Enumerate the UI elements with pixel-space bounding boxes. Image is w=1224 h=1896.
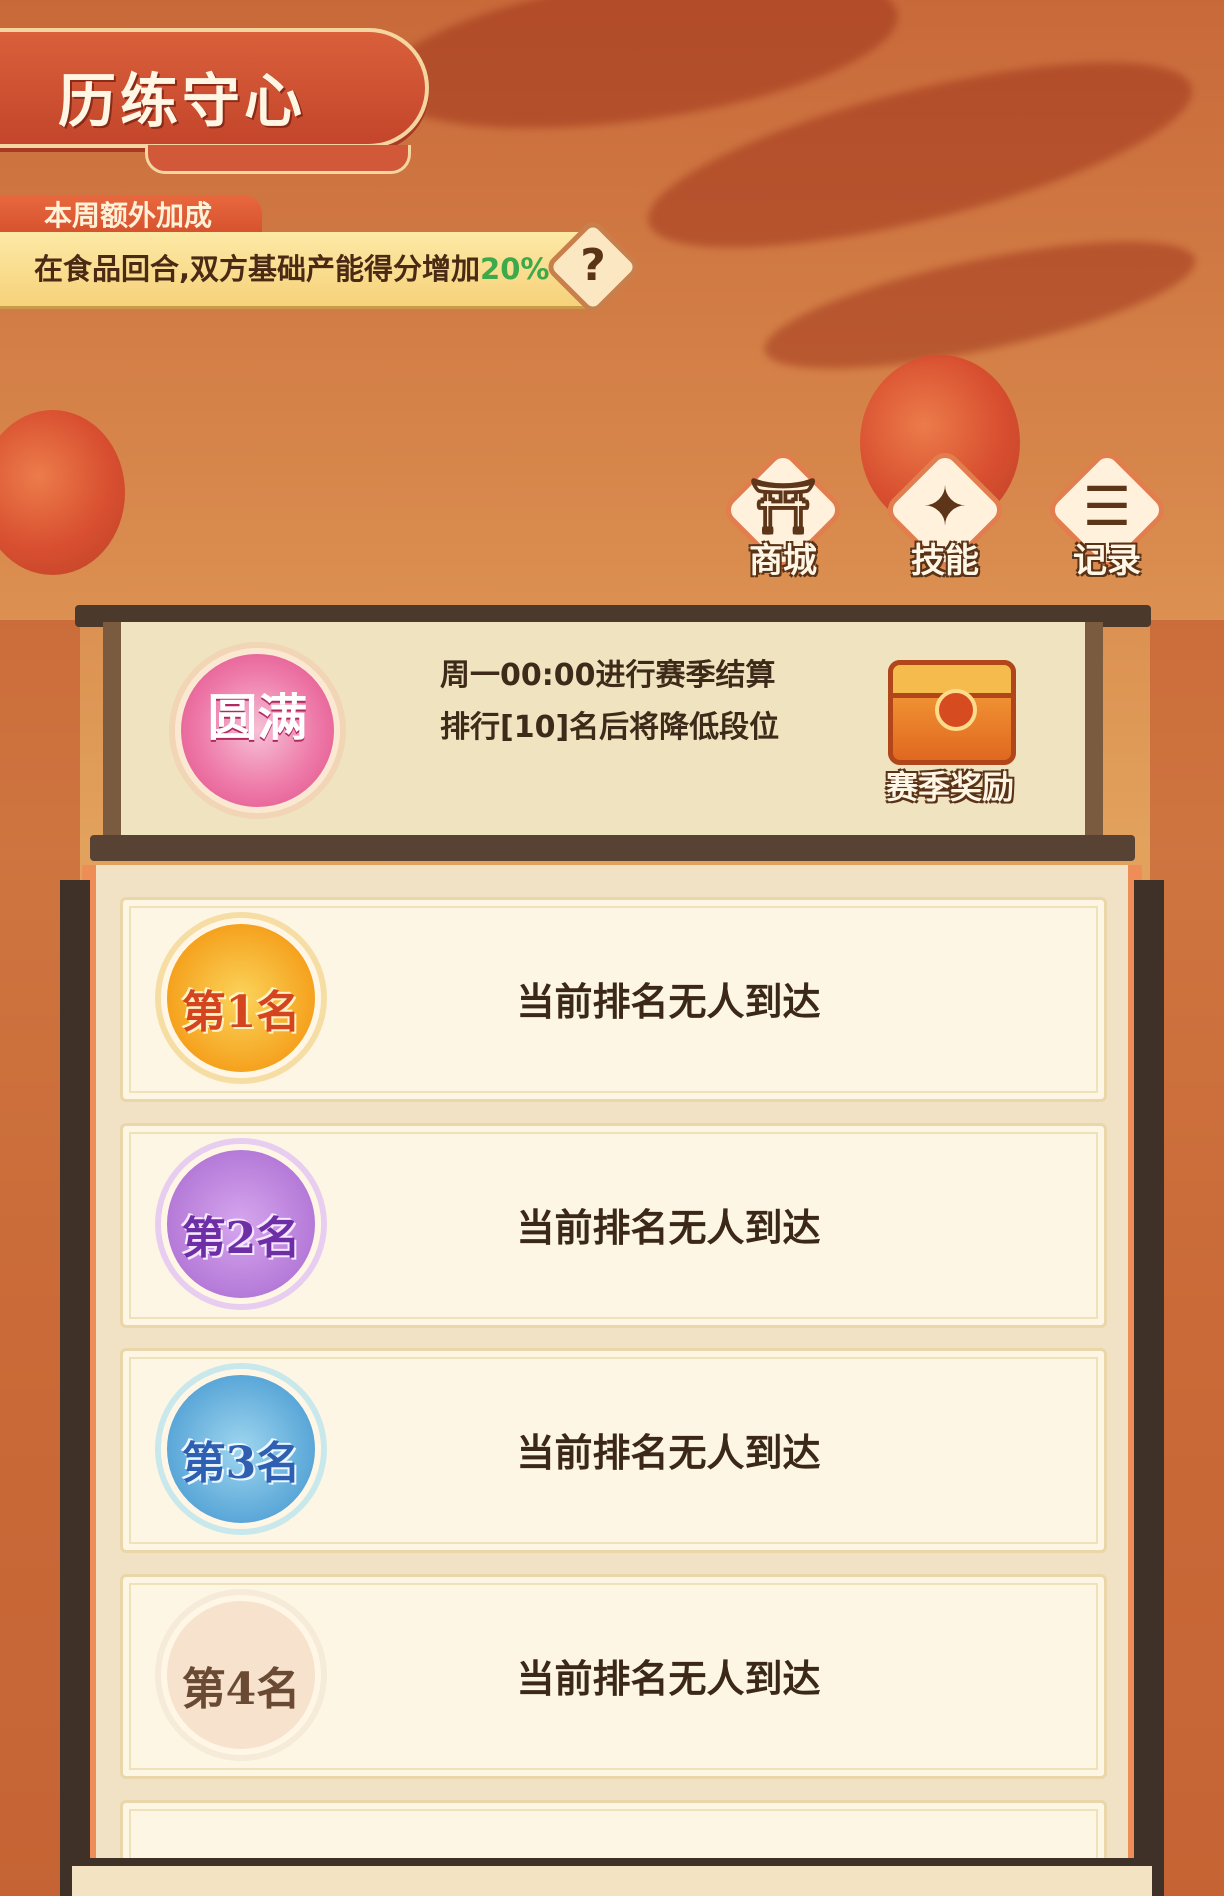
record-button[interactable]: ☰ 记录 (1042, 445, 1172, 585)
skill-icon: ✦ (922, 475, 968, 538)
ranking-row[interactable]: 第2名 当前排名无人到达 (120, 1123, 1107, 1328)
background-lantern (0, 410, 125, 575)
ranking-row[interactable]: 第4名 当前排名无人到达 (120, 1574, 1107, 1779)
ranking-row[interactable]: 第1名 当前排名无人到达 (120, 897, 1107, 1102)
weekly-bonus-percent: 20% (480, 252, 550, 286)
title-banner-tail (145, 145, 411, 174)
weekly-bonus-tab: 本周额外加成 (0, 195, 262, 237)
bottom-frame-inner (72, 1866, 1152, 1896)
chest-lock (935, 689, 977, 731)
season-info: 周一00:00进行赛季结算 排行[10]名后将降低段位 (440, 650, 779, 754)
skill-button[interactable]: ✦ 技能 (880, 445, 1010, 585)
rank-3-status: 当前排名无人到达 (516, 1431, 821, 1475)
season-reward-chest-icon[interactable] (888, 660, 1016, 765)
weekly-bonus-bar: 在食品回合,双方基础产能得分增加20% (0, 232, 600, 306)
season-reward-label[interactable]: 赛季奖励 (870, 762, 1030, 808)
tier-badge-text: 圆满 (207, 688, 308, 747)
rank-2-status: 当前排名无人到达 (516, 1206, 821, 1250)
record-icon: ☰ (1082, 475, 1132, 538)
record-button-label: 记录 (1073, 541, 1141, 581)
panel-post-right (1134, 880, 1164, 1896)
rank-1-status: 当前排名无人到达 (516, 980, 821, 1024)
question-icon: ? (580, 240, 606, 291)
season-panel-base (90, 835, 1135, 861)
tier-badge: 圆满 (175, 648, 340, 813)
ranking-row[interactable]: 第3名 当前排名无人到达 (120, 1348, 1107, 1553)
rank-4-status: 当前排名无人到达 (516, 1657, 821, 1701)
skill-button-label: 技能 (911, 541, 979, 581)
season-settlement-time: 周一00:00进行赛季结算 (440, 658, 776, 693)
weekly-bonus-text: 在食品回合,双方基础产能得分增加 (34, 252, 481, 286)
shop-button-label: 商城 (749, 541, 817, 581)
page-title-banner: 历练守心 (0, 28, 429, 174)
shop-icon: ⛩ (748, 475, 818, 538)
page-title: 历练守心 (58, 67, 307, 135)
shop-button[interactable]: ⛩ 商城 (718, 445, 848, 585)
panel-post-left (60, 880, 90, 1896)
season-demotion-rule: 排行[10]名后将降低段位 (440, 710, 780, 745)
